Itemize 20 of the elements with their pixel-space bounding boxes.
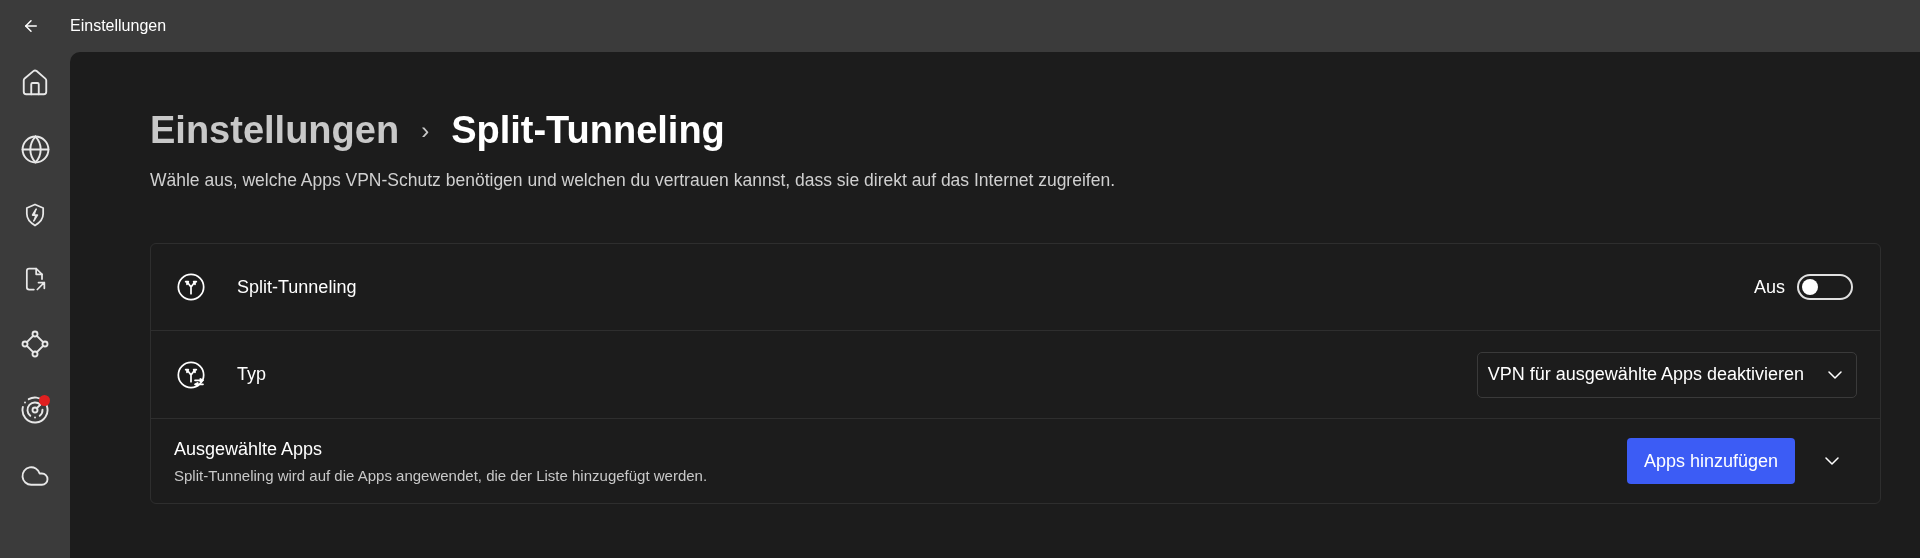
add-apps-button[interactable]: Apps hinzufügen [1626,438,1795,485]
page-description: Wähle aus, welche Apps VPN-Schutz benötigen und welchen du vertrauen kannst, dass sie direkt auf das Internet zugreifen. [150,169,1116,192]
page-title: Split-Tunneling [451,108,725,153]
toggle-state-label: Aus [1753,275,1785,299]
chevron-down-icon [1828,370,1842,379]
setting-label: Ausgewählte Apps [174,437,324,461]
globe-icon[interactable] [19,134,51,165]
split-arrows-icon [175,358,207,391]
chevron-down-icon [1825,457,1839,466]
type-dropdown[interactable]: VPN für ausgewählte Apps deaktivieren [1476,351,1857,398]
home-icon[interactable] [20,68,50,98]
setting-label: Typ [237,363,266,387]
toggle-switch[interactable] [1797,274,1853,301]
breadcrumb-parent[interactable]: Einstellungen [150,102,400,159]
breadcrumb-separator: › [421,115,430,146]
window-title: Einstellungen [70,16,167,36]
setting-description: Split-Tunneling wird auf die Apps angewendet, die der Liste hinzugefügt werden. [174,465,708,486]
radar-icon[interactable] [20,395,50,425]
setting-label: Split-Tunneling [237,275,357,299]
nodes-icon[interactable] [20,329,50,359]
